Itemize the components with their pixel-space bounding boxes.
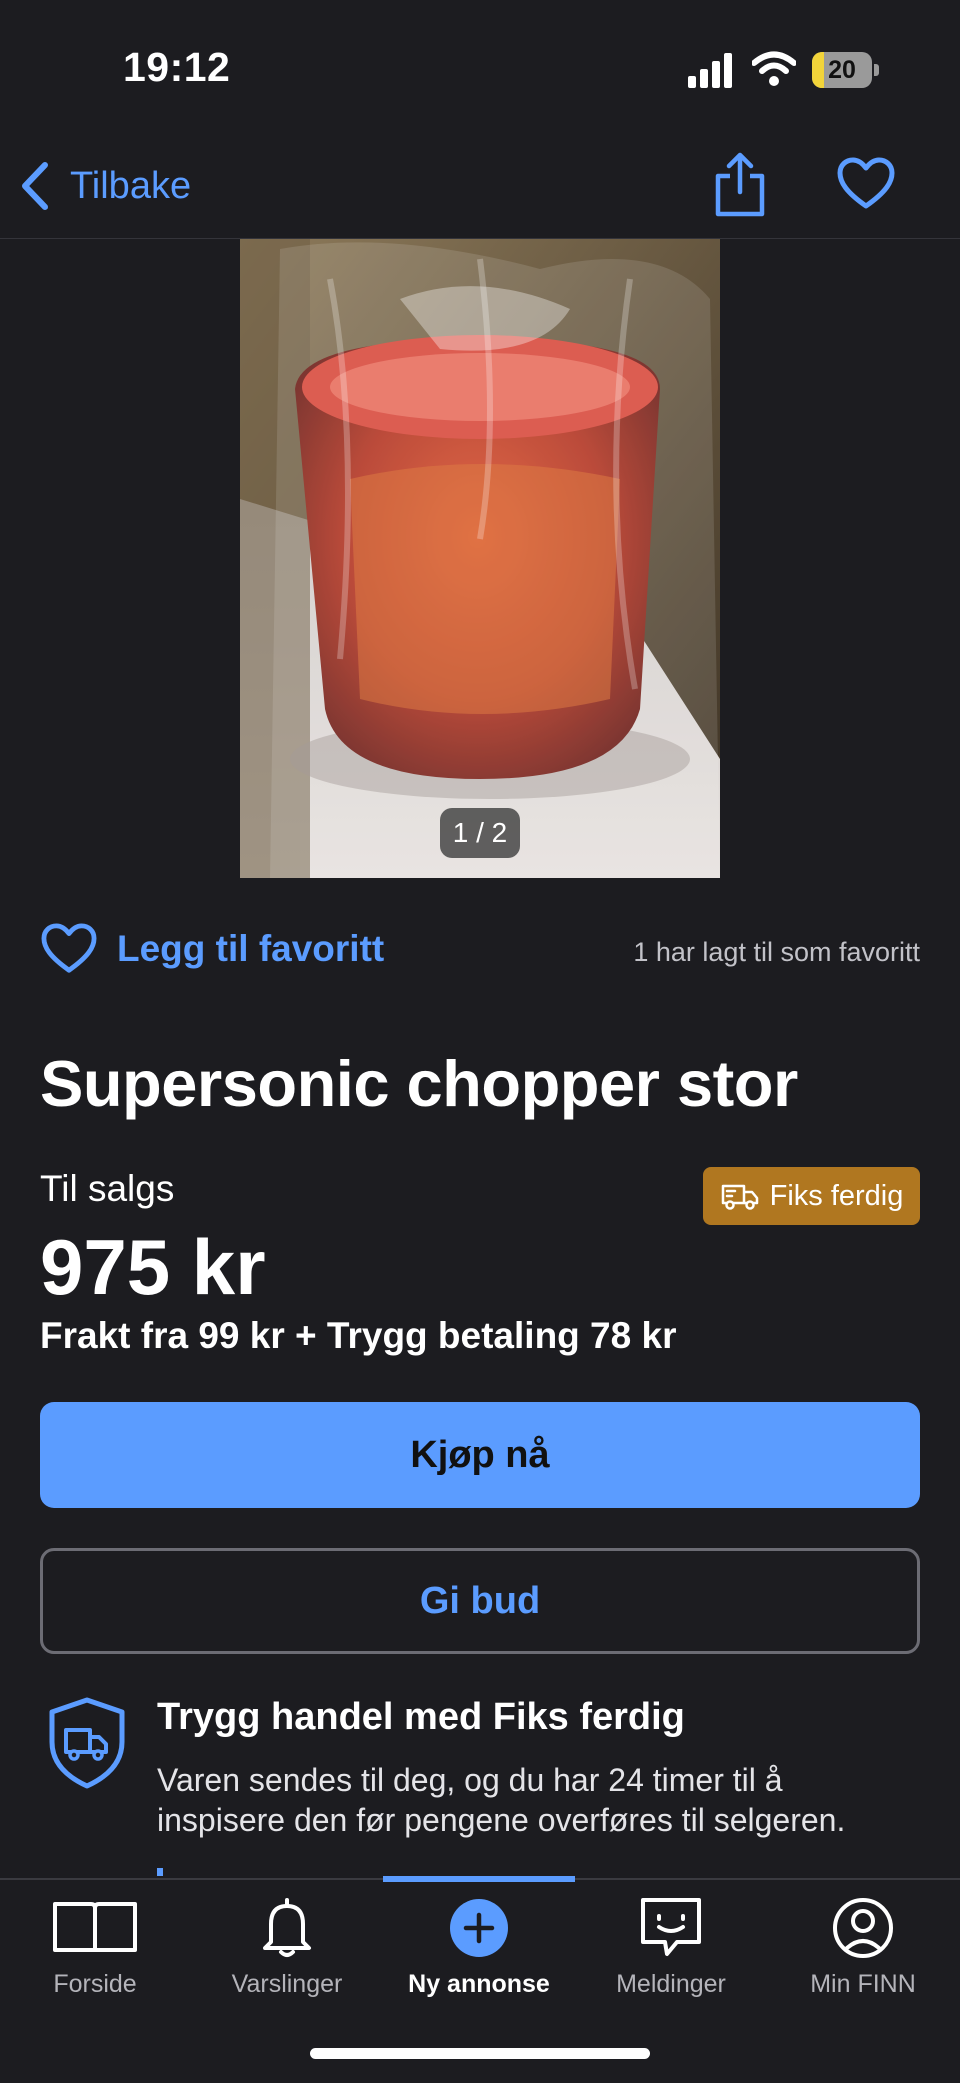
profile-icon [833, 1898, 893, 1958]
fiks-ferdig-badge-label: Fiks ferdig [769, 1179, 904, 1212]
listing-title: Supersonic chopper stor [40, 1047, 798, 1120]
back-label: Tilbake [70, 164, 192, 207]
tab-ny-annonse[interactable]: Ny annonse [384, 1896, 574, 2006]
read-more-link-peek [157, 1868, 163, 1876]
tab-min-finn[interactable]: Min FINN [768, 1896, 958, 2006]
tab-label: Min FINN [810, 1970, 916, 1998]
book-icon [53, 1902, 137, 1952]
tab-meldinger[interactable]: Meldinger [576, 1896, 766, 2006]
active-tab-indicator [383, 1876, 575, 1882]
safe-trade-title: Trygg handel med Fiks ferdig [157, 1696, 685, 1738]
home-indicator[interactable] [310, 2048, 650, 2059]
heart-icon[interactable] [40, 922, 98, 976]
bell-icon [263, 1898, 311, 1957]
listing-photo[interactable] [240, 239, 720, 878]
tab-varslinger[interactable]: Varslinger [192, 1896, 382, 2006]
tab-forside[interactable]: Forside [0, 1896, 190, 2006]
heart-icon[interactable] [836, 156, 896, 212]
delivery-truck-icon [721, 1184, 758, 1210]
chat-icon [641, 1898, 701, 1956]
plus-circle-icon [450, 1899, 508, 1957]
add-favorite-button[interactable]: Legg til favoritt [117, 928, 384, 970]
photo-counter: 1 / 2 [440, 808, 520, 858]
listing-price: 975 kr [40, 1223, 266, 1311]
chevron-left-icon [22, 162, 48, 210]
status-time: 19:12 [123, 44, 231, 90]
safe-trade-description: Varen sendes til deg, og du har 24 timer… [157, 1762, 846, 1838]
buy-now-button[interactable]: Kjøp nå [40, 1402, 920, 1508]
make-bid-button[interactable]: Gi bud [40, 1548, 920, 1654]
tab-label: Varslinger [231, 1970, 343, 1998]
battery-level: 20 [828, 56, 856, 84]
wifi-icon [752, 51, 796, 86]
share-icon[interactable] [712, 152, 768, 218]
favorite-count: 1 har lagt til som favoritt [633, 937, 920, 967]
listing-status: Til salgs [40, 1168, 175, 1209]
back-button[interactable]: Tilbake [18, 156, 191, 216]
tab-label: Meldinger [616, 1970, 726, 1998]
shield-truck-icon [49, 1697, 125, 1789]
tab-label: Forside [53, 1970, 137, 1998]
shipping-info: Frakt fra 99 kr + Trygg betaling 78 kr [40, 1315, 677, 1356]
tab-label: Ny annonse [408, 1970, 550, 1998]
fiks-ferdig-badge: Fiks ferdig [703, 1167, 920, 1225]
cellular-signal-icon [688, 53, 732, 88]
battery-icon: 20 [812, 52, 880, 88]
